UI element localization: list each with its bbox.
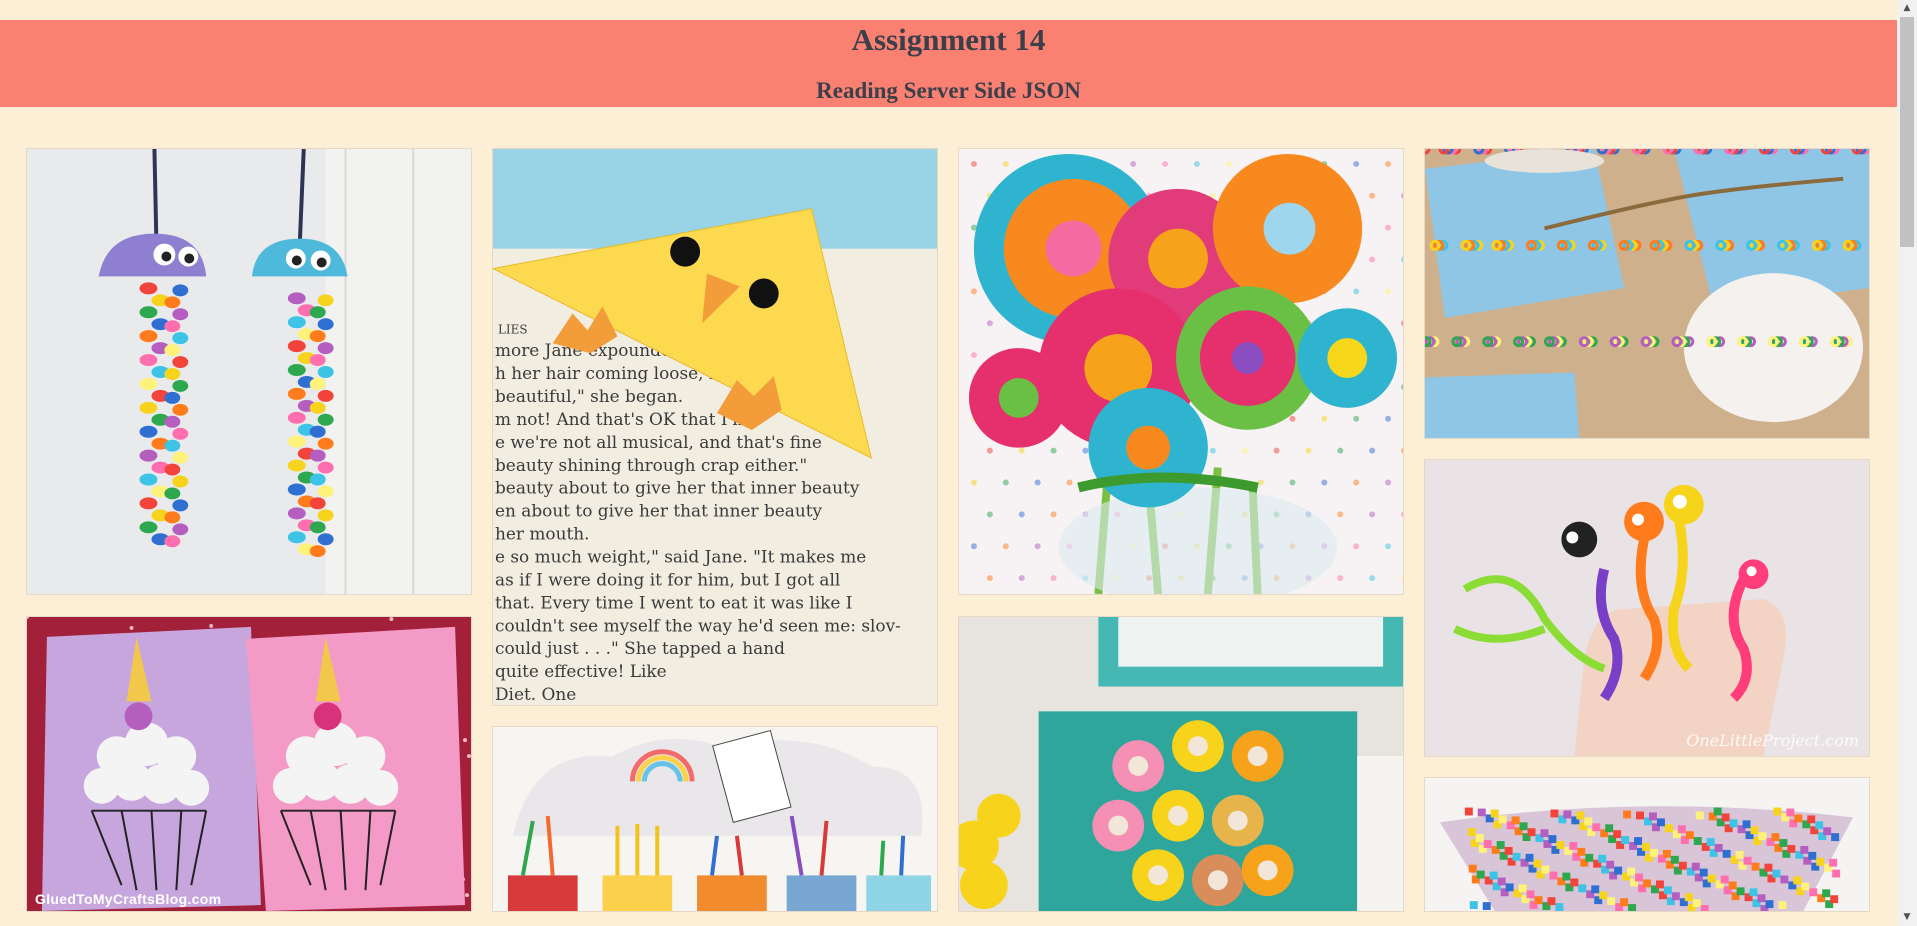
chick-bookmark-image: LIESmore Jane expoundeh her hair coming … bbox=[493, 149, 937, 705]
page-title: Assignment 14 bbox=[851, 22, 1046, 57]
svg-text:her mouth.: her mouth. bbox=[495, 524, 590, 544]
svg-text:that. Every time I went to eat: that. Every time I went to eat it was li… bbox=[495, 592, 852, 612]
svg-text:beautiful," she began.: beautiful," she began. bbox=[495, 386, 683, 406]
svg-text:quite effective! Like: quite effective! Like bbox=[495, 661, 667, 681]
page-subtitle: Reading Server Side JSON bbox=[816, 78, 1081, 103]
cereal-necklaces-image bbox=[1425, 149, 1869, 438]
gallery-image-rainbow-jars[interactable] bbox=[492, 726, 938, 912]
gallery-image-felt-flowers[interactable] bbox=[958, 148, 1404, 595]
scrollbar-thumb[interactable] bbox=[1900, 17, 1914, 247]
unicorn-cupcakes-image bbox=[27, 617, 471, 911]
svg-text:as if I were doing it for him,: as if I were doing it for him, but I got… bbox=[495, 569, 840, 589]
egg-carton-flowers-image bbox=[959, 617, 1403, 911]
jellyfish-image bbox=[27, 149, 471, 594]
scroll-down-icon[interactable]: ▼ bbox=[1897, 909, 1917, 926]
svg-text:couldn't see myself the way he: couldn't see myself the way he'd seen me… bbox=[495, 615, 901, 635]
rainbow-jars-image bbox=[493, 727, 937, 911]
svg-text:beauty shining through crap ei: beauty shining through crap either." bbox=[495, 455, 807, 475]
gallery-image-jellyfish[interactable] bbox=[26, 148, 472, 595]
svg-text:Diet. One: Diet. One bbox=[495, 684, 576, 704]
gallery-image-finger-puppets[interactable]: OneLittleProject.com bbox=[1424, 459, 1870, 757]
watermark-gluedtomycrafts: GluedToMyCraftsBlog.com bbox=[35, 891, 222, 907]
svg-text:LIES: LIES bbox=[498, 322, 528, 336]
felt-flowers-image bbox=[959, 149, 1403, 594]
gallery-image-cereal-necklaces[interactable] bbox=[1424, 148, 1870, 439]
svg-text:beauty about to give her that: beauty about to give her that inner beau… bbox=[495, 478, 860, 498]
bead-bowl-image bbox=[1425, 778, 1869, 911]
svg-text:e so much weight," said Jane.: e so much weight," said Jane. "It makes … bbox=[495, 547, 866, 567]
watermark-onelittleproject: OneLittleProject.com bbox=[1686, 731, 1859, 750]
svg-text:e we're not all musical, and t: e we're not all musical, and that's fine bbox=[495, 432, 822, 452]
svg-text:could just . . ." She tapped a: could just . . ." She tapped a hand bbox=[495, 638, 785, 658]
page-header: Assignment 14 Reading Server Side JSON bbox=[0, 20, 1897, 107]
scroll-up-icon[interactable]: ▲ bbox=[1897, 0, 1917, 17]
svg-text:en about to give her that inne: en about to give her that inner beauty bbox=[495, 501, 823, 521]
gallery-image-egg-carton-flowers[interactable] bbox=[958, 616, 1404, 912]
gallery-image-bead-bowl[interactable] bbox=[1424, 777, 1870, 912]
svg-text:m not! And that's OK that I'm: m not! And that's OK that I'm bbox=[495, 409, 748, 429]
page-scrollbar[interactable]: ▲ ▼ bbox=[1897, 0, 1917, 926]
gallery-image-unicorn-cupcakes[interactable]: GluedToMyCraftsBlog.com bbox=[26, 616, 472, 912]
gallery-image-chick-bookmark[interactable]: LIES more Jane expounde h her hair coming … bbox=[492, 148, 938, 706]
finger-puppets-image bbox=[1425, 460, 1869, 756]
